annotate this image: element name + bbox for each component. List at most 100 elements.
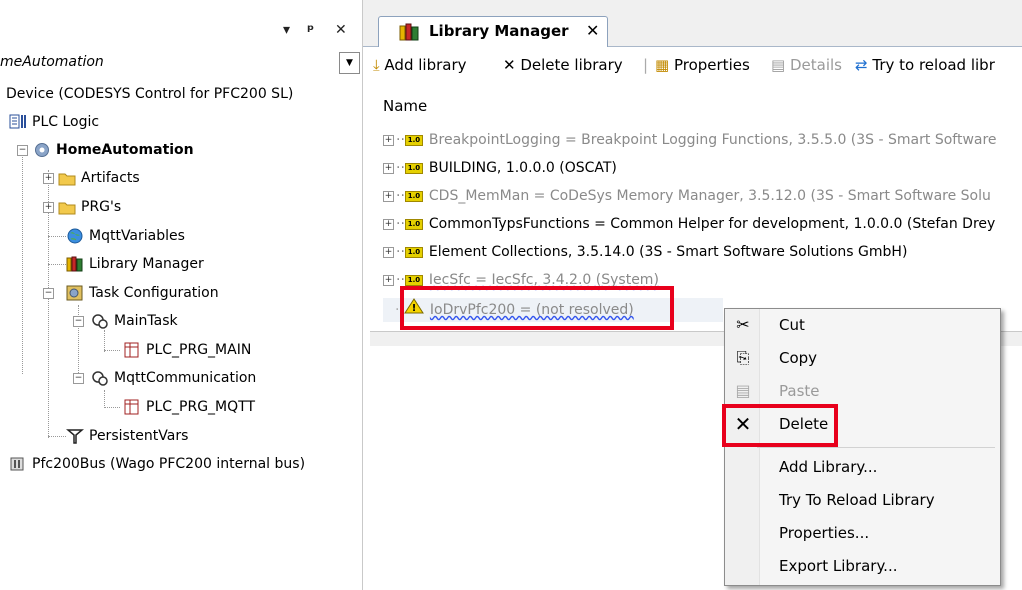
- reload-arrows-icon: ⇄: [855, 56, 868, 74]
- library-row[interactable]: + ·· 1.0 Element Collections, 3.5.14.0 (3S …: [383, 240, 907, 264]
- try-reload-label: Try to reload libr: [872, 56, 995, 74]
- tree-item-artifacts[interactable]: Artifacts: [58, 167, 140, 189]
- library-version-icon: 1.0: [404, 190, 423, 202]
- library-row[interactable]: + ·· 1.0 BreakpointLogging = Breakpoint Log…: [383, 128, 997, 152]
- library-label: CDS_MemMan = CoDeSys Memory Manager, 3.5…: [428, 188, 991, 204]
- cut-icon: ✂: [736, 315, 750, 334]
- tree-item-label: PLC_PRG_MQTT: [146, 399, 255, 415]
- add-library-button[interactable]: ⤓ Add library: [373, 56, 467, 74]
- details-button[interactable]: ▤ Details: [771, 56, 842, 74]
- tab-close-icon[interactable]: ✕: [586, 21, 599, 40]
- panel-close-icon[interactable]: ✕: [335, 22, 347, 38]
- menu-item-add-library[interactable]: Add Library...: [779, 454, 877, 480]
- tree-item-library-manager[interactable]: Library Manager: [66, 253, 204, 275]
- expand-icon[interactable]: +: [383, 134, 394, 146]
- tree-item-label: HomeAutomation: [56, 142, 194, 158]
- library-label: Element Collections, 3.5.14.0 (3S - Smar…: [428, 244, 908, 260]
- collapse-icon[interactable]: −: [73, 373, 84, 384]
- tree-item-label: MqttVariables: [89, 228, 185, 244]
- add-library-icon: ⤓: [373, 56, 380, 74]
- globe-icon: [66, 228, 84, 244]
- tree-item-plc-logic[interactable]: PLC Logic: [9, 111, 99, 133]
- collapse-icon[interactable]: −: [73, 316, 84, 327]
- expand-icon[interactable]: +: [383, 246, 394, 258]
- properties-label: Properties: [673, 56, 750, 74]
- collapse-icon[interactable]: −: [43, 288, 54, 299]
- try-reload-button[interactable]: ⇄ Try to reload libr: [855, 56, 995, 74]
- tree-item-persistent-vars[interactable]: PersistentVars: [65, 425, 189, 447]
- combo-dropdown-button[interactable]: ▼: [339, 52, 360, 74]
- library-books-icon: [66, 256, 84, 272]
- expand-icon[interactable]: +: [383, 190, 394, 202]
- delete-library-label: Delete library: [520, 56, 623, 74]
- panel-dropdown-button[interactable]: ▾: [283, 22, 290, 38]
- tree-item-label: PersistentVars: [89, 428, 189, 444]
- delete-library-button[interactable]: ✕ Delete library: [503, 56, 623, 74]
- tree-item-application[interactable]: HomeAutomation: [33, 139, 194, 161]
- tree-item-device[interactable]: Device (CODESYS Control for PFC200 SL): [6, 83, 293, 105]
- details-icon: ▤: [771, 56, 786, 74]
- details-label: Details: [789, 56, 842, 74]
- program-icon: [123, 342, 141, 358]
- column-header-name[interactable]: Name: [383, 97, 427, 115]
- plc-logic-icon: [9, 114, 27, 130]
- expand-icon[interactable]: +: [383, 274, 394, 286]
- expand-icon[interactable]: +: [383, 218, 394, 230]
- library-version-icon: 1.0: [404, 162, 423, 174]
- library-version-icon: 1.0: [404, 218, 423, 230]
- tree-item-label: MainTask: [114, 313, 178, 329]
- menu-item-export-library[interactable]: Export Library...: [779, 553, 897, 579]
- toolbar-separator: |: [643, 56, 649, 74]
- tree-item-label: Library Manager: [89, 256, 204, 272]
- library-version-icon: 1.0: [404, 134, 423, 146]
- collapse-icon[interactable]: −: [17, 145, 28, 156]
- expand-icon[interactable]: +: [43, 173, 54, 184]
- tree-item-mqtt-communication[interactable]: MqttCommunication: [91, 367, 256, 389]
- context-menu: ✂ Cut ⎘ Copy ▤ Paste ✕ Delete Add Librar…: [724, 308, 1001, 586]
- highlight-box-delete: [722, 404, 838, 447]
- tree-item-label: Task Configuration: [89, 285, 219, 301]
- library-label: CommonTypsFunctions = Common Helper for …: [428, 216, 996, 232]
- library-row[interactable]: + ·· 1.0 CommonTypsFunctions = Common Helpe…: [383, 212, 995, 236]
- paste-icon: ▤: [735, 381, 751, 400]
- tab-label: Library Manager: [429, 22, 569, 40]
- expand-icon[interactable]: +: [383, 162, 394, 174]
- tree-item-label: Device (CODESYS Control for PFC200 SL): [6, 86, 294, 102]
- tree-item-label: PRG's: [81, 199, 122, 215]
- tree-item-label: PLC Logic: [32, 114, 100, 130]
- pin-icon[interactable]: ᵖ: [307, 21, 314, 39]
- program-icon: [123, 399, 141, 415]
- library-books-icon: [399, 23, 419, 45]
- persistent-vars-icon: [65, 428, 85, 444]
- copy-icon: ⎘: [736, 348, 750, 367]
- device-combo[interactable]: meAutomation ▼: [0, 51, 360, 75]
- tab-library-manager[interactable]: Library Manager ✕: [378, 16, 608, 47]
- menu-item-try-reload-library[interactable]: Try To Reload Library: [779, 487, 935, 513]
- library-row[interactable]: + ·· 1.0 CDS_MemMan = CoDeSys Memory Manage…: [383, 184, 991, 208]
- application-gear-icon: [33, 142, 51, 158]
- combo-text: meAutomation: [0, 54, 104, 70]
- task-configuration-icon: [66, 285, 84, 301]
- menu-item-paste[interactable]: Paste: [779, 378, 820, 404]
- tree-item-plc-prg-main[interactable]: PLC_PRG_MAIN: [123, 339, 251, 361]
- tree-item-main-task[interactable]: MainTask: [91, 310, 178, 332]
- device-tree-panel: ▾ ᵖ ✕ meAutomation ▼ Device (CODESYS Con…: [0, 0, 363, 590]
- library-row[interactable]: + ·· 1.0 BUILDING, 1.0.0.0 (OSCAT): [383, 156, 617, 180]
- menu-item-cut[interactable]: Cut: [779, 312, 805, 338]
- tree-item-label: PLC_PRG_MAIN: [146, 342, 252, 358]
- tree-item-prgs[interactable]: PRG's: [58, 196, 121, 218]
- expand-icon[interactable]: +: [43, 202, 54, 213]
- tree-item-pfc200-bus[interactable]: Pfc200Bus (Wago PFC200 internal bus): [9, 453, 305, 475]
- tree-item-plc-prg-mqtt[interactable]: PLC_PRG_MQTT: [123, 396, 255, 418]
- panel-header: ▾ ᵖ ✕: [0, 0, 362, 48]
- menu-item-copy[interactable]: Copy: [779, 345, 817, 371]
- add-library-label: Add library: [384, 56, 467, 74]
- tree-item-task-configuration[interactable]: Task Configuration: [66, 282, 219, 304]
- delete-icon: ✕: [503, 56, 516, 74]
- library-version-icon: 1.0: [404, 246, 423, 258]
- task-gears-icon: [91, 370, 109, 386]
- library-label: BUILDING, 1.0.0.0 (OSCAT): [428, 160, 617, 176]
- tree-item-mqtt-variables[interactable]: MqttVariables: [66, 225, 185, 247]
- menu-item-properties[interactable]: Properties...: [779, 520, 869, 546]
- properties-button[interactable]: ▦ Properties: [655, 56, 750, 74]
